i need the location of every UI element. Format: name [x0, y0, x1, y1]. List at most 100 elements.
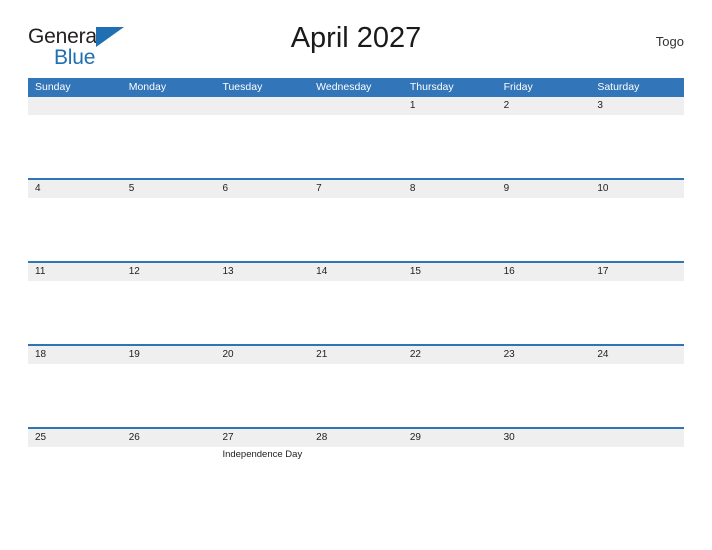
day-cell[interactable] [497, 281, 591, 344]
day-number[interactable]: 18 [28, 346, 122, 364]
weekday-header-sunday: Sunday [35, 81, 71, 93]
day-number-empty [309, 97, 403, 115]
calendar-grid: Sunday Monday Tuesday Wednesday Thursday Frid… [28, 78, 684, 510]
day-cell [590, 447, 684, 510]
day-cell [122, 115, 216, 178]
day-number[interactable]: 25 [28, 429, 122, 447]
calendar-week-row: 11 12 13 14 15 16 17 [28, 261, 684, 344]
day-cell [309, 115, 403, 178]
day-number[interactable]: 11 [28, 263, 122, 281]
day-number[interactable]: 10 [590, 180, 684, 198]
day-cell[interactable] [122, 281, 216, 344]
week-number-band: 4 5 6 7 8 9 10 [28, 180, 684, 198]
day-number[interactable]: 28 [309, 429, 403, 447]
day-cell [215, 115, 309, 178]
week-event-band [28, 115, 684, 178]
day-cell[interactable] [28, 198, 122, 261]
day-cell[interactable] [122, 364, 216, 427]
weekday-header-row: Sunday Monday Tuesday Wednesday Thursday Frid… [28, 78, 684, 97]
day-number[interactable]: 16 [497, 263, 591, 281]
day-cell[interactable] [28, 281, 122, 344]
day-number[interactable]: 12 [122, 263, 216, 281]
day-cell[interactable] [497, 115, 591, 178]
calendar-weeks: 1 2 3 4 5 6 7 8 9 10 11 12 13 14 15 16 17 18 19 20 21 22 23 24 2… [28, 97, 684, 510]
day-number-empty [215, 97, 309, 115]
day-number[interactable]: 2 [497, 97, 591, 115]
day-number[interactable]: 24 [590, 346, 684, 364]
day-number[interactable]: 27 [215, 429, 309, 447]
day-cell[interactable] [590, 364, 684, 427]
page-header: General Blue April 2027 Togo [28, 22, 684, 70]
day-cell[interactable] [403, 364, 497, 427]
day-cell[interactable] [122, 447, 216, 510]
day-cell[interactable] [122, 198, 216, 261]
day-cell[interactable] [215, 281, 309, 344]
week-number-band: 123 [28, 97, 684, 115]
day-cell[interactable] [28, 447, 122, 510]
day-cell[interactable]: Independence Day [215, 447, 309, 510]
weekday-header-thursday: Thursday [409, 81, 454, 93]
day-number[interactable]: 19 [122, 346, 216, 364]
day-number[interactable]: 3 [590, 97, 684, 115]
calendar-week-row: 4 5 6 7 8 9 10 [28, 178, 684, 261]
day-number[interactable]: 26 [122, 429, 216, 447]
day-cell[interactable] [497, 447, 591, 510]
day-number[interactable]: 5 [122, 180, 216, 198]
day-cell[interactable] [309, 281, 403, 344]
day-cell[interactable] [403, 198, 497, 261]
day-number[interactable]: 7 [309, 180, 403, 198]
weekday-header-tuesday: Tuesday [222, 81, 263, 93]
calendar-week-row: 25 26 27 28 29 30 Independence Day [28, 427, 684, 510]
day-number[interactable]: 29 [403, 429, 497, 447]
day-number[interactable]: 21 [309, 346, 403, 364]
week-number-band: 18 19 20 21 22 23 24 [28, 346, 684, 364]
calendar-week-row: 18 19 20 21 22 23 24 [28, 344, 684, 427]
week-number-band: 11 12 13 14 15 16 17 [28, 263, 684, 281]
day-cell[interactable] [28, 364, 122, 427]
day-cell[interactable] [403, 281, 497, 344]
page-title: April 2027 [290, 22, 422, 54]
day-number[interactable]: 14 [309, 263, 403, 281]
day-cell[interactable] [309, 447, 403, 510]
day-cell[interactable] [590, 281, 684, 344]
day-cell[interactable] [590, 115, 684, 178]
day-number[interactable]: 4 [28, 180, 122, 198]
day-number[interactable]: 17 [590, 263, 684, 281]
day-number[interactable]: 1 [403, 97, 497, 115]
day-number[interactable]: 6 [215, 180, 309, 198]
holiday-label: Independence Day [222, 449, 303, 460]
country-label: Togo [655, 34, 684, 49]
day-number[interactable]: 15 [403, 263, 497, 281]
day-cell[interactable] [215, 198, 309, 261]
week-event-band: Independence Day [28, 447, 684, 510]
day-cell[interactable] [309, 198, 403, 261]
day-number[interactable]: 9 [497, 180, 591, 198]
day-number-empty [122, 97, 216, 115]
day-number[interactable]: 23 [497, 346, 591, 364]
day-cell[interactable] [590, 198, 684, 261]
day-number[interactable]: 13 [215, 263, 309, 281]
day-cell[interactable] [215, 364, 309, 427]
day-cell[interactable] [497, 198, 591, 261]
day-number[interactable]: 20 [215, 346, 309, 364]
day-cell[interactable] [403, 115, 497, 178]
week-event-band [28, 198, 684, 261]
day-number[interactable]: 30 [497, 429, 591, 447]
week-event-band [28, 364, 684, 427]
week-number-band: 25 26 27 28 29 30 [28, 429, 684, 447]
weekday-header-wednesday: Wednesday [316, 81, 372, 93]
day-cell[interactable] [309, 364, 403, 427]
day-number-empty [590, 429, 684, 447]
day-cell [28, 115, 122, 178]
weekday-header-monday: Monday [128, 81, 167, 93]
day-number[interactable]: 22 [403, 346, 497, 364]
day-number-empty [28, 97, 122, 115]
calendar-page: General Blue April 2027 Togo Sunday Monda… [0, 0, 712, 550]
weekday-header-saturday: Saturday [597, 81, 640, 93]
day-cell[interactable] [403, 447, 497, 510]
calendar-week-row: 123 [28, 97, 684, 178]
day-cell[interactable] [497, 364, 591, 427]
day-number[interactable]: 8 [403, 180, 497, 198]
weekday-header-friday: Friday [503, 81, 533, 93]
week-event-band [28, 281, 684, 344]
